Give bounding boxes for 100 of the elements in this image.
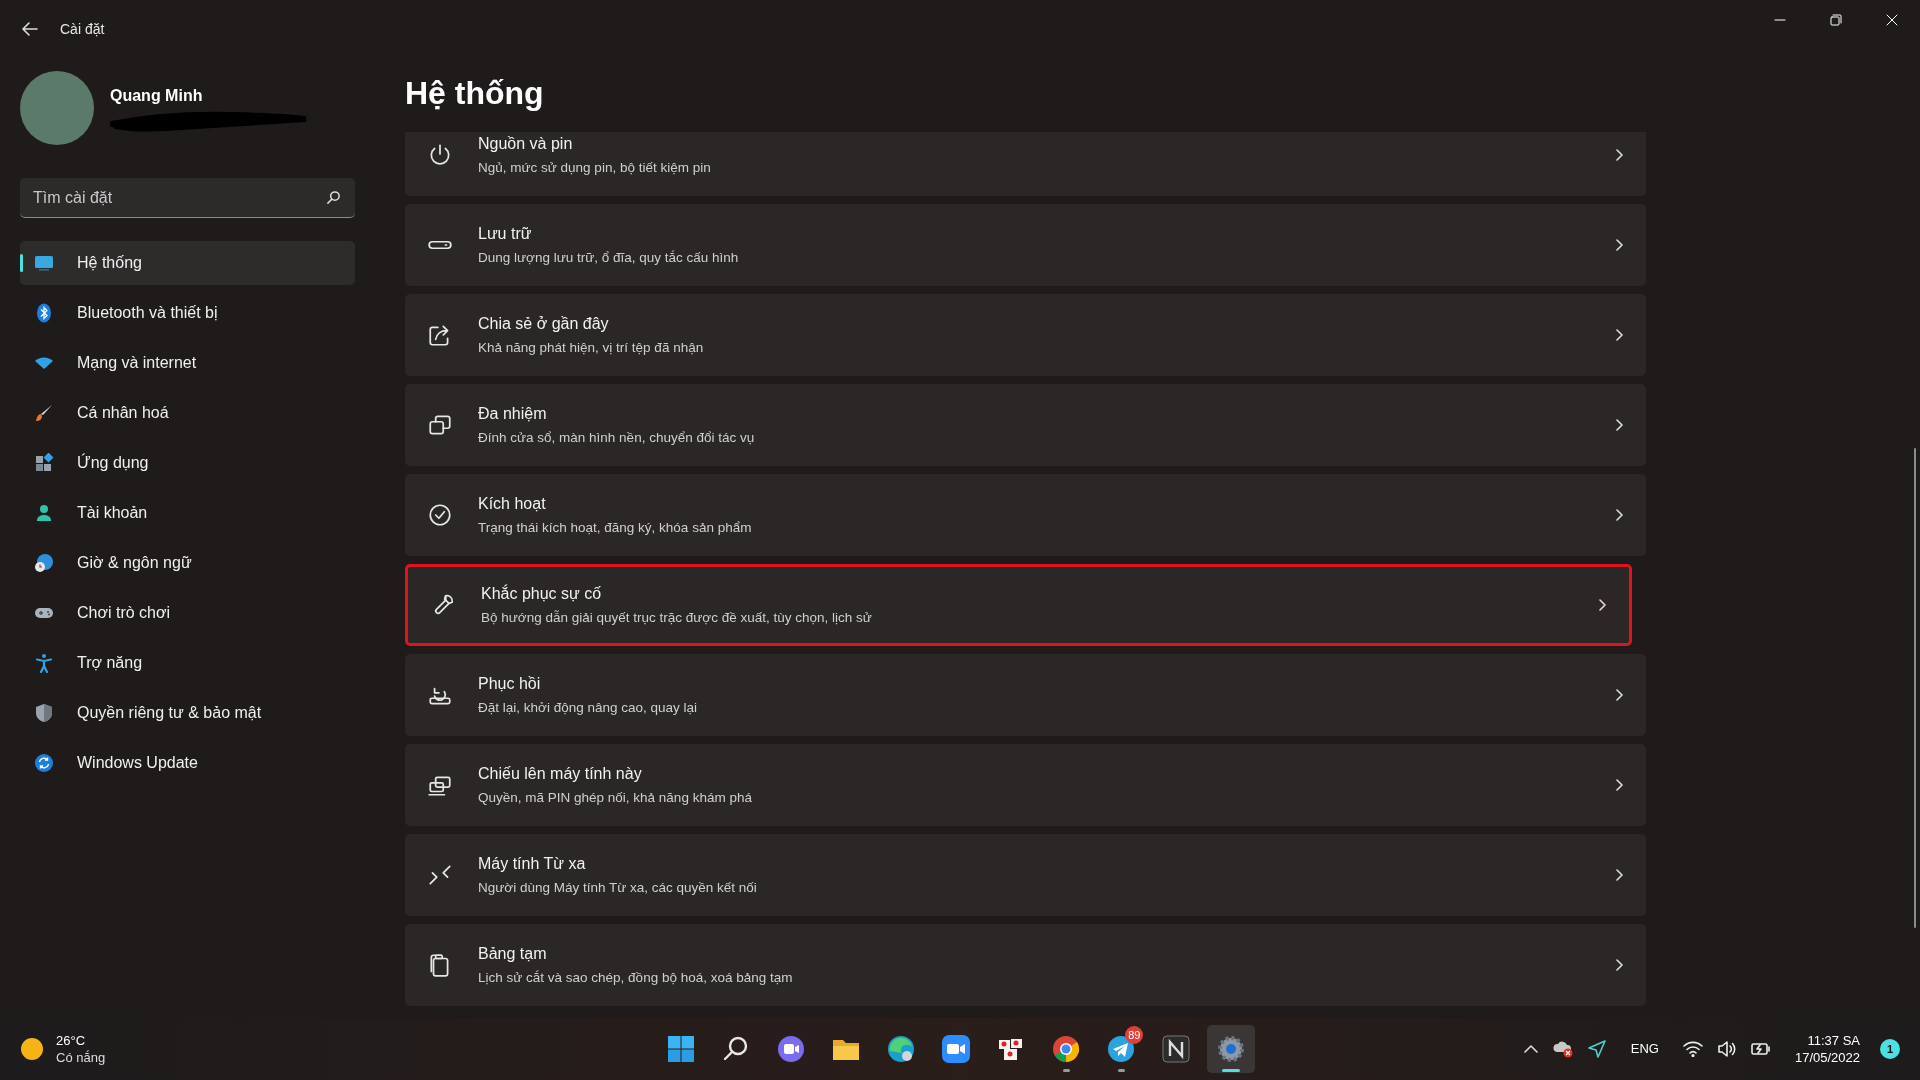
selection-indicator (20, 254, 23, 272)
taskbar-app[interactable] (1207, 1025, 1256, 1073)
card-subtitle: Khả năng phát hiện, vị trí tệp đã nhận (478, 338, 705, 357)
settings-card[interactable]: Đa nhiệm Đính cửa sổ, màn hình nền, chuyển đổi tác vụ (405, 384, 1646, 466)
running-indicator (1117, 1069, 1125, 1072)
video-camera-icon (941, 1034, 972, 1064)
card-title: Bảng tạm (478, 943, 548, 964)
running-indicator (1222, 1069, 1241, 1072)
running-indicator (1062, 1069, 1070, 1072)
apps-grid-icon (34, 453, 54, 473)
accessibility-icon (34, 653, 54, 673)
clock[interactable]: 11:37 SA 17/05/2022 (1784, 1032, 1860, 1066)
window-title: Cài đặt (60, 19, 105, 39)
cloud-error-icon[interactable] (1552, 1040, 1573, 1058)
sidebar-item[interactable]: Mạng và internet (20, 341, 355, 385)
language-indicator[interactable]: ENG (1620, 1039, 1669, 1059)
page-title: Hệ thống (405, 74, 545, 113)
chevron-right-icon (1613, 959, 1625, 971)
checkmark-circle-icon (427, 502, 453, 528)
card-title: Phục hồi (478, 673, 542, 694)
sidebar-item[interactable]: Tài khoản (20, 491, 355, 535)
overlapping-windows-icon (427, 412, 453, 438)
chevron-right-icon (1596, 599, 1608, 611)
gear-icon (1216, 1034, 1247, 1064)
speaker-icon[interactable] (1716, 1040, 1737, 1058)
sidebar-item[interactable]: Chơi trò chơi (20, 591, 355, 635)
settings-card[interactable]: Phục hồi Đặt lại, khởi động nâng cao, quay lại (405, 654, 1646, 736)
sidebar-label: Trợ năng (77, 653, 143, 673)
settings-card[interactable]: Kích hoạt Trạng thái kích hoạt, đăng ký, khóa sản phẩm (405, 474, 1646, 556)
temperature: 26°C (56, 1032, 87, 1049)
sidebar-item[interactable]: Giờ & ngôn ngữ (20, 541, 355, 585)
remote-arrows-icon (427, 862, 453, 888)
card-title: Lưu trữ (478, 223, 533, 244)
sidebar-item[interactable]: Bluetooth và thiết bị (20, 291, 355, 335)
sidebar-label: Hệ thống (77, 253, 142, 273)
sidebar-label: Tài khoản (77, 503, 148, 523)
card-subtitle: Trạng thái kích hoạt, đăng ký, khóa sản phẩm (478, 518, 753, 537)
search-field[interactable]: Tìm cài đặt (20, 178, 355, 218)
date: 17/05/2022 (1794, 1049, 1860, 1066)
close-icon (1886, 14, 1898, 26)
time: 11:37 SA (1807, 1032, 1860, 1049)
location-arrow-icon[interactable] (1586, 1039, 1607, 1059)
sidebar-item[interactable]: Windows Update (20, 741, 355, 785)
sidebar-label: Cá nhân hoá (77, 403, 169, 423)
sidebar-label: Mạng và internet (77, 353, 197, 373)
notification-badge[interactable]: 1 (1880, 1039, 1900, 1059)
sidebar-item[interactable]: Cá nhân hoá (20, 391, 355, 435)
chevron-right-icon (1613, 149, 1625, 161)
settings-card[interactable]: Nguồn và pin Ngủ, mức sử dụng pin, bộ tiết kiệm pin (405, 132, 1646, 196)
restore-icon (1830, 14, 1842, 26)
chevron-right-icon (1613, 509, 1625, 521)
sidebar-item[interactable]: Ứng dụng (20, 441, 355, 485)
card-subtitle: Quyền, mã PIN ghép nối, khả năng khám phá (478, 788, 753, 807)
settings-card[interactable]: Lưu trữ Dung lượng lưu trữ, ổ đĩa, quy tắc cấu hình (405, 204, 1646, 286)
weather-condition: Có nắng (56, 1049, 106, 1066)
taskbar-app[interactable]: 89 (1097, 1025, 1146, 1073)
notification-count: 89 (1125, 1026, 1144, 1044)
user-name: Quang Minh (110, 86, 204, 106)
sidebar-label: Windows Update (77, 753, 198, 773)
battery-charging-icon[interactable] (1750, 1040, 1771, 1058)
settings-card[interactable]: Máy tính Từ xa Người dùng Máy tính Từ xa, các quyền kết nối (405, 834, 1646, 916)
shield-icon (34, 703, 54, 723)
sidebar-label: Ứng dụng (77, 452, 149, 473)
settings-card[interactable]: Bảng tạm Lịch sử cắt và sao chép, đồng bộ hoá, xoá bảng tạm (405, 924, 1646, 1006)
card-subtitle: Đính cửa sổ, màn hình nền, chuyển đổi tác vụ (478, 428, 756, 447)
scrollbar-thumb[interactable] (1914, 448, 1916, 928)
card-title: Kích hoạt (478, 493, 547, 514)
sidebar-item[interactable]: Hệ thống (20, 241, 355, 285)
card-title: Đa nhiệm (478, 403, 548, 424)
globe-clock-icon (34, 553, 54, 573)
chevron-right-icon (1613, 419, 1625, 431)
settings-card[interactable]: Khắc phục sự cố Bộ hướng dẫn giải quyết trục trặc được đề xuất, tùy chọn, lịch sử (405, 564, 1632, 646)
card-title: Chia sẻ ở gần đây (478, 313, 610, 334)
person-icon (34, 503, 54, 523)
n-logo-icon (1161, 1034, 1192, 1064)
browser-wave-icon (886, 1034, 917, 1064)
chevron-right-icon (1613, 689, 1625, 701)
wifi-icon[interactable] (1682, 1041, 1703, 1057)
card-title: Chiếu lên máy tính này (478, 763, 643, 784)
sidebar-item[interactable]: Trợ năng (20, 641, 355, 685)
back-arrow-icon (21, 20, 39, 38)
sidebar-label: Bluetooth và thiết bị (77, 303, 218, 323)
sidebar-item[interactable]: Quyền riêng tư & bảo mật (20, 691, 355, 735)
weather-widget[interactable]: 26°C Có nắng (20, 1032, 280, 1066)
chevron-right-icon (1613, 239, 1625, 251)
settings-card[interactable]: Chia sẻ ở gần đây Khả năng phát hiện, vị trí tệp đã nhận (405, 294, 1646, 376)
paintbrush-icon (34, 403, 54, 423)
search-icon (326, 190, 341, 205)
monitor-icon (34, 253, 54, 273)
card-subtitle: Dung lượng lưu trữ, ổ đĩa, quy tắc cấu hình (478, 248, 740, 267)
sidebar-label: Giờ & ngôn ngữ (77, 553, 192, 573)
card-subtitle: Lịch sử cắt và sao chép, đồng bộ hoá, xoá bảng tạm (478, 968, 794, 987)
settings-card[interactable]: Chiếu lên máy tính này Quyền, mã PIN ghép nối, khả năng khám phá (405, 744, 1646, 826)
chat-camera-icon (776, 1034, 807, 1064)
card-title: Nguồn và pin (478, 133, 574, 154)
card-title: Khắc phục sự cố (481, 583, 603, 604)
sun-icon (20, 1037, 44, 1061)
card-subtitle: Đặt lại, khởi động nâng cao, quay lại (478, 698, 698, 717)
sidebar-label: Quyền riêng tư & bảo mật (77, 703, 262, 723)
update-icon (34, 753, 54, 773)
